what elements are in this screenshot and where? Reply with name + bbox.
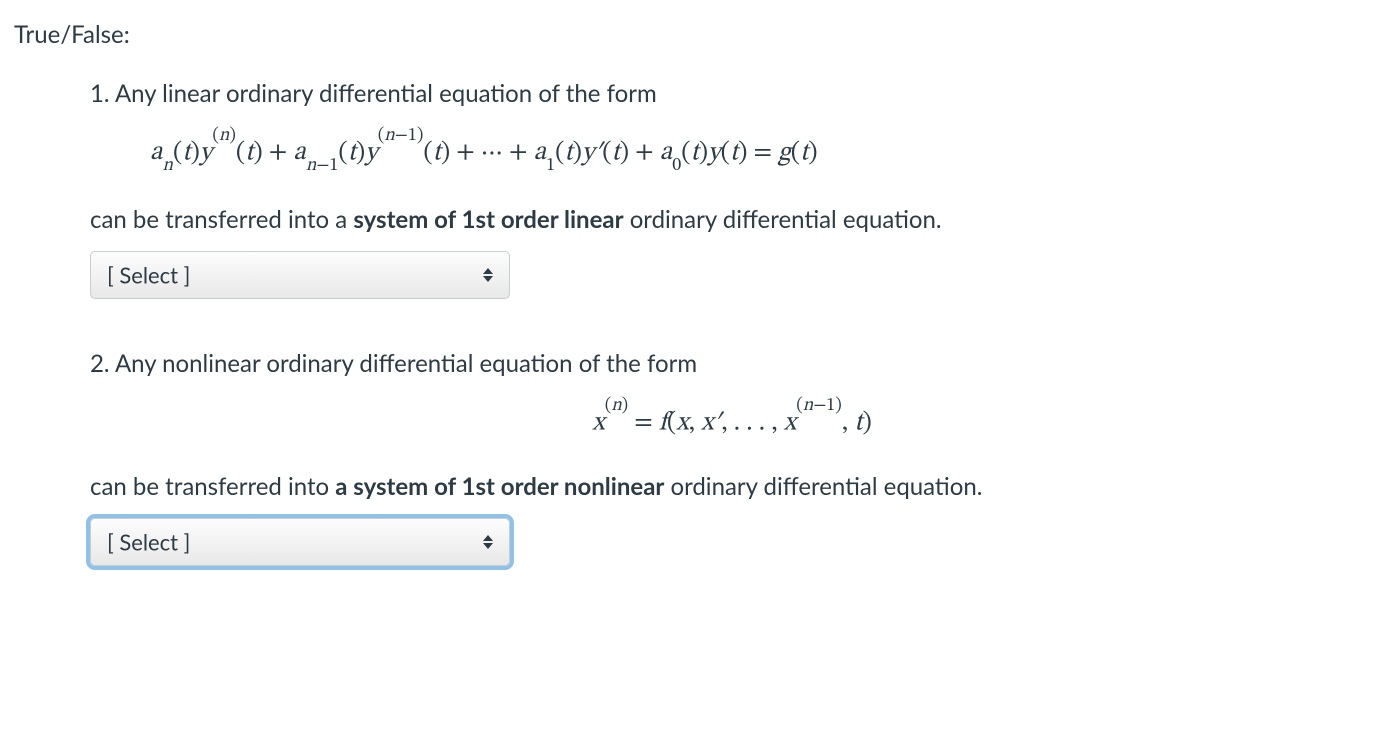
question-1: 1. Any linear ordinary differential equa… xyxy=(90,77,1374,305)
question-1-statement: can be transferred into a system of 1st … xyxy=(90,203,1374,237)
equation-1: an(t)y(n)(t)+an−1(t)y(n−1)(t)+···+a1(t)y… xyxy=(90,135,1374,174)
question-2: 2. Any nonlinear ordinary differential e… xyxy=(90,347,1374,572)
question-2-statement-post: ordinary differential equation. xyxy=(664,472,982,501)
question-2-statement-bold: a system of 1st order nonlinear xyxy=(335,472,664,501)
question-2-statement: can be transferred into a system of 1st … xyxy=(90,470,1374,504)
question-1-statement-bold: system of 1st order linear xyxy=(353,205,623,234)
question-2-number: 2. xyxy=(90,349,110,378)
answer-select-2-placeholder: [ Select ] xyxy=(107,528,190,555)
question-2-intro: 2. Any nonlinear ordinary differential e… xyxy=(90,347,1374,381)
question-1-statement-post: ordinary differential equation. xyxy=(624,205,942,234)
question-1-intro: 1. Any linear ordinary differential equa… xyxy=(90,77,1374,111)
question-1-statement-pre: can be transferred into a xyxy=(90,205,353,234)
question-header: True/False: xyxy=(14,20,1374,49)
question-1-intro-text: Any linear ordinary differential equatio… xyxy=(115,79,657,108)
question-2-statement-pre: can be transferred into xyxy=(90,472,335,501)
questions-container: 1. Any linear ordinary differential equa… xyxy=(10,77,1374,572)
answer-select-1-placeholder: [ Select ] xyxy=(107,262,190,289)
question-1-number: 1. xyxy=(90,79,110,108)
updown-icon xyxy=(483,535,493,549)
answer-select-2[interactable]: [ Select ] xyxy=(90,518,510,566)
question-2-intro-text: Any nonlinear ordinary differential equa… xyxy=(115,349,697,378)
answer-select-1[interactable]: [ Select ] xyxy=(90,251,510,299)
equation-2: x(n)=f(x, x′, . . . , x(n−1), t) xyxy=(90,405,1374,441)
updown-icon xyxy=(483,268,493,282)
